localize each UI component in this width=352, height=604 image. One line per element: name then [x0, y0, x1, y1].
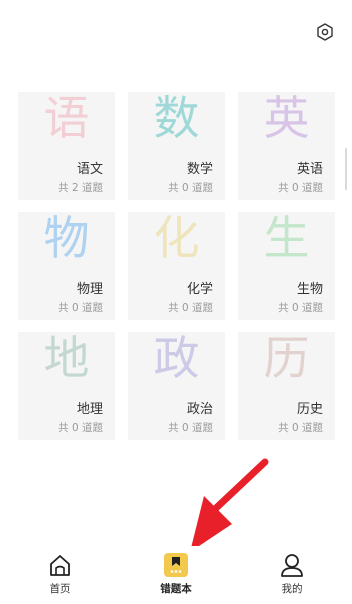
- subject-glyph: 地: [43, 332, 90, 385]
- subject-glyph: 生: [263, 212, 310, 265]
- subject-name: 地理: [76, 402, 103, 417]
- bottom-tab-bar: 首页 错题本 我的: [0, 546, 352, 604]
- subject-glyph: 英: [263, 92, 310, 145]
- home-icon: [50, 555, 70, 576]
- subject-count: 共 0 道题: [168, 422, 213, 434]
- subject-count: 共 0 道题: [278, 302, 323, 314]
- subject-name: 历史: [296, 402, 323, 417]
- settings-button[interactable]: [315, 22, 335, 42]
- bookmark-book-icon: [164, 553, 188, 577]
- subject-count: 共 0 道题: [278, 182, 323, 194]
- subject-count: 共 0 道题: [168, 302, 213, 314]
- subject-count: 共 0 道题: [58, 302, 103, 314]
- subject-count: 共 0 道题: [278, 422, 323, 434]
- subject-card-chinese[interactable]: 语 语文 共 2 道题: [18, 92, 115, 200]
- subject-glyph: 历: [263, 332, 310, 385]
- tab-mine[interactable]: 我的: [252, 546, 332, 604]
- tab-mistakes[interactable]: 错题本: [136, 546, 216, 604]
- subject-name: 语文: [76, 162, 103, 177]
- subject-name: 生物: [296, 282, 323, 297]
- subject-name: 化学: [186, 282, 213, 297]
- subject-glyph: 数: [153, 92, 200, 145]
- subject-card-biology[interactable]: 生 生物 共 0 道题: [238, 212, 335, 320]
- subject-card-math[interactable]: 数 数学 共 0 道题: [128, 92, 225, 200]
- hexagon-gear-icon: [317, 23, 333, 41]
- subject-glyph: 政: [153, 332, 200, 385]
- subject-glyph: 语: [43, 92, 90, 145]
- tab-home[interactable]: 首页: [20, 546, 100, 604]
- subject-card-history[interactable]: 历 历史 共 0 道题: [238, 332, 335, 440]
- subject-card-geography[interactable]: 地 地理 共 0 道题: [18, 332, 115, 440]
- subject-name: 英语: [296, 162, 323, 177]
- tab-home-label: 首页: [49, 583, 71, 595]
- subject-count: 共 0 道题: [58, 422, 103, 434]
- subject-glyph: 物: [43, 212, 90, 265]
- subject-name: 政治: [186, 402, 213, 417]
- subject-name: 数学: [186, 162, 213, 177]
- scroll-edge-indicator: [345, 148, 347, 190]
- subject-count: 共 0 道题: [168, 182, 213, 194]
- subject-card-physics[interactable]: 物 物理 共 0 道题: [18, 212, 115, 320]
- tab-mine-label: 我的: [281, 583, 303, 595]
- user-icon: [281, 554, 303, 577]
- subject-card-chemistry[interactable]: 化 化学 共 0 道题: [128, 212, 225, 320]
- subject-card-politics[interactable]: 政 政治 共 0 道题: [128, 332, 225, 440]
- subject-card-english[interactable]: 英 英语 共 0 道题: [238, 92, 335, 200]
- subject-glyph: 化: [153, 212, 200, 265]
- tab-mistakes-label: 错题本: [160, 583, 192, 595]
- subject-count: 共 2 道题: [58, 182, 103, 194]
- subject-name: 物理: [76, 282, 103, 297]
